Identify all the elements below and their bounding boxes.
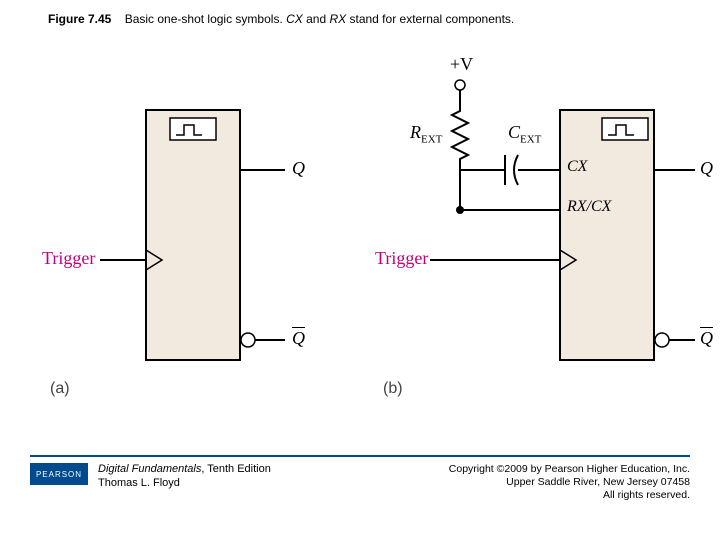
label-rxcx-pin: RX/CX <box>567 198 611 216</box>
label-qbar-b: Q <box>700 328 713 349</box>
diagram-svg <box>0 50 720 430</box>
bubble-qbar-b <box>655 333 669 347</box>
footer-rule <box>30 455 690 457</box>
book-info: Digital Fundamentals, Tenth Edition Thom… <box>98 463 271 491</box>
book-author: Thomas L. Floyd <box>98 477 271 491</box>
caption-rx: RX <box>329 12 346 26</box>
book-edition: , Tenth Edition <box>201 463 271 475</box>
label-qbar-a: Q <box>292 328 305 349</box>
label-trigger-a: Trigger <box>42 248 95 269</box>
caption-mid: and <box>303 12 330 26</box>
pearson-logo: PEARSON <box>30 463 88 485</box>
node-v-b <box>455 80 465 90</box>
figure-caption: Figure 7.45 Basic one-shot logic symbols… <box>48 12 514 26</box>
diagram: Trigger Q Q (a) +V REXT CEXT CX RX/CX Tr… <box>0 50 720 430</box>
label-rext: REXT <box>410 122 442 146</box>
block-a <box>146 110 240 360</box>
label-q-a: Q <box>292 158 305 179</box>
copyright-block: Copyright ©2009 by Pearson Higher Educat… <box>449 463 690 502</box>
copyright-line-2: Upper Saddle River, New Jersey 07458 <box>449 476 690 489</box>
copyright-line-3: All rights reserved. <box>449 489 690 502</box>
capacitor-plate2 <box>514 155 518 185</box>
label-plusv: +V <box>450 54 473 75</box>
resistor-icon <box>452 105 468 165</box>
caption-cx: CX <box>286 12 303 26</box>
part-label-a: (a) <box>50 380 70 398</box>
caption-text-2: stand for external components. <box>346 12 514 26</box>
pulse-box-a <box>170 118 216 140</box>
caption-text-1: Basic one-shot logic symbols. <box>125 12 286 26</box>
label-cx-pin: CX <box>567 158 587 176</box>
part-label-b: (b) <box>383 380 403 398</box>
pulse-box-b <box>602 118 648 140</box>
copyright-line-1: Copyright ©2009 by Pearson Higher Educat… <box>449 463 690 476</box>
footer: PEARSON Digital Fundamentals, Tenth Edit… <box>30 463 690 502</box>
bubble-qbar-a <box>241 333 255 347</box>
book-title: Digital Fundamentals <box>98 463 201 475</box>
label-trigger-b: Trigger <box>375 248 428 269</box>
label-cext: CEXT <box>508 122 541 146</box>
block-b <box>560 110 654 360</box>
figure-number: Figure 7.45 <box>48 12 111 26</box>
label-q-b: Q <box>700 158 713 179</box>
